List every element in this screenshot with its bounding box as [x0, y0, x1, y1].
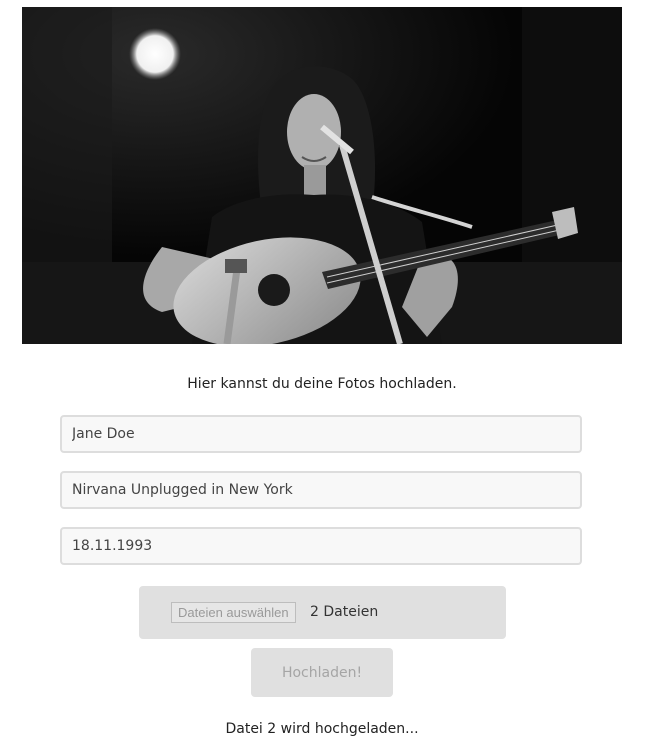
event-input[interactable] [60, 471, 582, 509]
concert-photo-image [22, 7, 622, 344]
file-count-label: 2 Dateien [310, 604, 379, 620]
choose-files-button[interactable]: Dateien auswählen [171, 602, 296, 623]
date-input[interactable] [60, 527, 582, 565]
upload-page: Hier kannst du deine Fotos hochladen. Da… [0, 0, 649, 755]
hero-photo [22, 7, 622, 344]
upload-status: Datei 2 wird hochgeladen... [225, 721, 419, 737]
name-input[interactable] [60, 415, 582, 453]
intro-text: Hier kannst du deine Fotos hochladen. [187, 376, 457, 392]
file-picker: Dateien auswählen 2 Dateien [139, 586, 506, 639]
upload-button[interactable]: Hochladen! [251, 648, 393, 697]
